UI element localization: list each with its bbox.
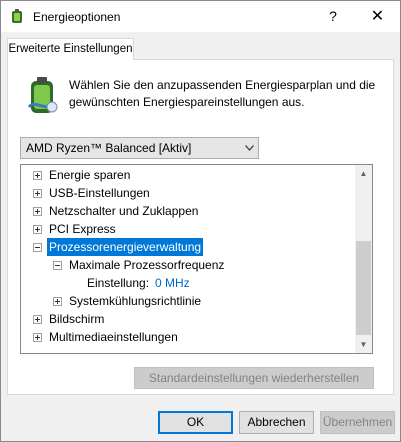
settings-tree[interactable]: Energie sparen USB-Einstellungen Netzsch… xyxy=(20,164,373,354)
power-options-window: Energieoptionen ? ✕ Erweiterte Einstellu… xyxy=(0,0,401,442)
tree-item-label: PCI Express xyxy=(49,222,116,236)
tree-item-label: Bildschirm xyxy=(49,312,105,326)
ok-button[interactable]: OK xyxy=(158,411,233,434)
tree-item-label: Systemkühlungsrichtlinie xyxy=(69,294,202,308)
expand-plus-icon[interactable] xyxy=(33,189,42,198)
power-options-icon xyxy=(12,9,22,23)
expand-plus-icon[interactable] xyxy=(33,333,42,342)
tree-item-label-selected: Prozessorenergieverwaltung xyxy=(47,238,204,256)
tree-item-label: Maximale Prozessorfrequenz xyxy=(69,258,225,272)
expand-plus-icon[interactable] xyxy=(33,171,42,180)
apply-button[interactable]: Übernehmen xyxy=(320,411,395,434)
window-title: Energieoptionen xyxy=(33,10,121,24)
expand-plus-icon[interactable] xyxy=(33,207,42,216)
tree-item-label: Multimediaeinstellungen xyxy=(49,330,178,344)
scroll-up-arrow-icon[interactable]: ▲ xyxy=(355,165,372,182)
tree-scrollbar[interactable]: ▲ ▼ xyxy=(355,165,372,353)
cancel-button[interactable]: Abbrechen xyxy=(239,411,314,434)
expand-plus-icon[interactable] xyxy=(53,297,62,306)
description-text: Wählen Sie den anzupassenden Energiespar… xyxy=(69,78,376,109)
restore-defaults-button[interactable]: Standardeinstellungen wiederherstellen xyxy=(134,367,374,389)
chevron-down-icon xyxy=(245,145,254,151)
power-plan-select[interactable]: AMD Ryzen™ Balanced [Aktiv] xyxy=(20,137,259,159)
setting-label: Einstellung: xyxy=(87,276,150,290)
tree-item-label: Energie sparen xyxy=(49,168,131,182)
tab-advanced-settings[interactable]: Erweiterte Einstellungen xyxy=(7,38,134,60)
tree-item-label: USB-Einstellungen xyxy=(49,186,150,200)
help-button[interactable]: ? xyxy=(311,1,355,32)
title-bar: Energieoptionen ? ✕ xyxy=(1,1,400,32)
scroll-thumb[interactable] xyxy=(356,241,371,335)
expand-plus-icon[interactable] xyxy=(33,225,42,234)
power-plan-select-value: AMD Ryzen™ Balanced [Aktiv] xyxy=(26,141,192,155)
setting-value-link[interactable]: 0 MHz xyxy=(155,274,190,292)
close-button[interactable]: ✕ xyxy=(355,1,400,32)
collapse-minus-icon[interactable] xyxy=(33,243,42,252)
scroll-down-arrow-icon[interactable]: ▼ xyxy=(355,336,372,353)
tree-item-label: Netzschalter und Zuklappen xyxy=(49,204,199,218)
expand-plus-icon[interactable] xyxy=(33,315,42,324)
battery-plan-icon xyxy=(27,77,58,113)
collapse-minus-icon[interactable] xyxy=(53,261,62,270)
